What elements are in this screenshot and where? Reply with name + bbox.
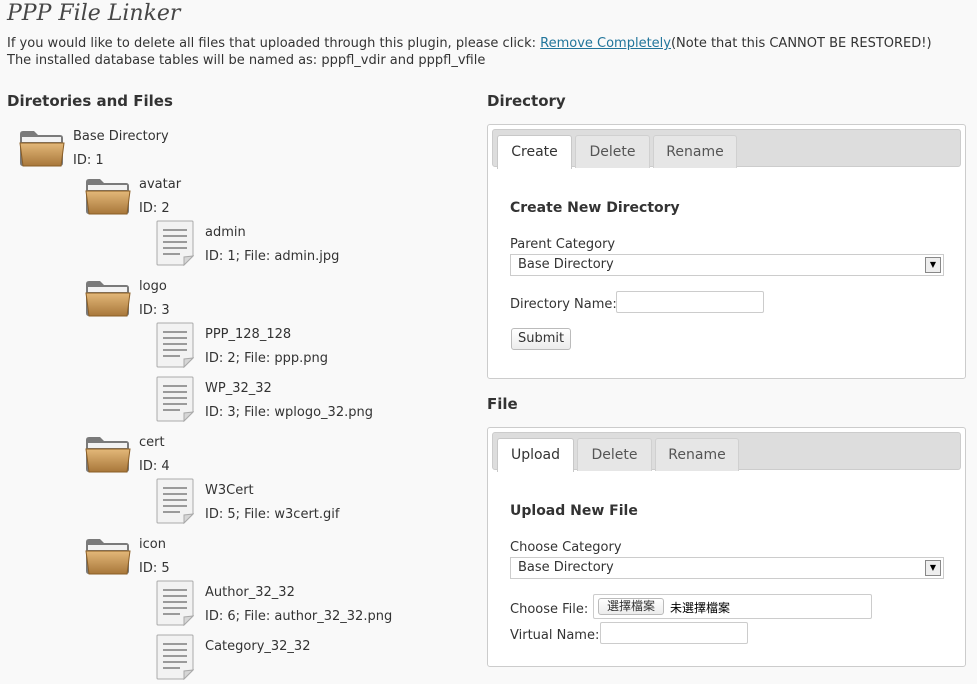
folder-icon xyxy=(84,536,132,576)
tree-node-meta: ID: 1 xyxy=(73,153,104,168)
folder-icon xyxy=(18,128,66,168)
directory-heading: Directory xyxy=(487,92,566,110)
tree-node-meta: ID: 3 xyxy=(139,303,170,318)
tree-node-meta: ID: 5; File: w3cert.gif xyxy=(205,507,340,522)
chevron-down-icon[interactable]: ▼ xyxy=(925,257,941,273)
directory-tabbar: Create Delete Rename xyxy=(492,129,961,169)
intro-text: If you would like to delete all files th… xyxy=(7,35,932,69)
tree-node-meta: ID: 2 xyxy=(139,201,170,216)
tab-rename-file[interactable]: Rename xyxy=(655,438,739,471)
tree-node-name[interactable]: WP_32_32 xyxy=(205,381,272,396)
folder-icon xyxy=(84,434,132,474)
file-icon xyxy=(156,634,195,681)
choose-category-label: Choose Category xyxy=(510,540,622,555)
tree-node-meta: ID: 5 xyxy=(139,561,170,576)
folder-icon xyxy=(84,176,132,216)
tree-node-meta: ID: 1; File: admin.jpg xyxy=(205,249,340,264)
submit-button[interactable]: Submit xyxy=(511,328,572,350)
intro-prefix: If you would like to delete all files th… xyxy=(7,36,541,51)
directory-name-label: Directory Name: xyxy=(510,297,617,312)
tree-node-name[interactable]: Category_32_32 xyxy=(205,639,310,654)
intro-db-tables: The installed database tables will be na… xyxy=(7,53,486,68)
choose-file-button[interactable]: 選擇檔案 xyxy=(598,598,665,615)
folder-icon xyxy=(84,278,132,318)
virtual-name-input[interactable] xyxy=(600,622,748,644)
create-directory-title: Create New Directory xyxy=(510,200,680,216)
file-panel: Upload Delete Rename Upload New File Cho… xyxy=(487,427,966,667)
tree-node-name[interactable]: W3Cert xyxy=(205,483,254,498)
file-icon xyxy=(156,478,195,525)
tree-node-name[interactable]: admin xyxy=(205,225,246,240)
tree-node-name[interactable]: PPP_128_128 xyxy=(205,327,291,342)
choose-category-select[interactable]: Base Directory ▼ xyxy=(510,557,944,579)
directory-name-input[interactable] xyxy=(616,291,764,313)
page-title: PPP File Linker xyxy=(7,1,181,26)
tree-node-meta: ID: 4 xyxy=(139,459,170,474)
tree-heading: Diretories and Files xyxy=(7,92,173,110)
parent-category-select[interactable]: Base Directory ▼ xyxy=(510,254,944,276)
tree-node-name[interactable]: logo xyxy=(139,279,167,294)
upload-file-title: Upload New File xyxy=(510,503,638,519)
parent-category-value: Base Directory xyxy=(518,257,614,272)
no-file-text: 未選擇檔案 xyxy=(670,601,731,615)
tree-node-name[interactable]: Author_32_32 xyxy=(205,585,295,600)
tree-node-name[interactable]: Base Directory xyxy=(73,129,169,144)
directory-panel: Create Delete Rename Create New Director… xyxy=(487,124,966,379)
tree-node-meta: ID: 2; File: ppp.png xyxy=(205,351,329,366)
intro-suffix: (Note that this CANNOT BE RESTORED!) xyxy=(670,36,932,51)
tab-rename-directory[interactable]: Rename xyxy=(653,135,737,168)
remove-completely-link[interactable]: Remove Completely xyxy=(540,36,671,51)
tab-upload[interactable]: Upload xyxy=(497,438,574,472)
choose-file-label: Choose File: xyxy=(510,602,589,617)
file-icon xyxy=(156,580,195,627)
tree-node-name[interactable]: cert xyxy=(139,435,165,450)
file-heading: File xyxy=(487,395,518,413)
tree-node-name[interactable]: icon xyxy=(139,537,166,552)
file-tabbar: Upload Delete Rename xyxy=(492,432,961,472)
tree-node-meta: ID: 3; File: wplogo_32.png xyxy=(205,405,373,420)
file-input[interactable]: 選擇檔案 未選擇檔案 xyxy=(593,594,872,619)
choose-category-value: Base Directory xyxy=(518,560,614,575)
tab-delete-directory[interactable]: Delete xyxy=(575,135,650,168)
virtual-name-label: Virtual Name: xyxy=(510,628,600,643)
tab-delete-file[interactable]: Delete xyxy=(577,438,652,471)
file-icon xyxy=(156,220,195,267)
tab-create[interactable]: Create xyxy=(497,135,572,169)
file-icon xyxy=(156,322,195,369)
tree-node-name[interactable]: avatar xyxy=(139,177,181,192)
parent-category-label: Parent Category xyxy=(510,237,616,252)
tree-node-meta: ID: 6; File: author_32_32.png xyxy=(205,609,393,624)
chevron-down-icon[interactable]: ▼ xyxy=(925,560,941,576)
file-icon xyxy=(156,376,195,423)
